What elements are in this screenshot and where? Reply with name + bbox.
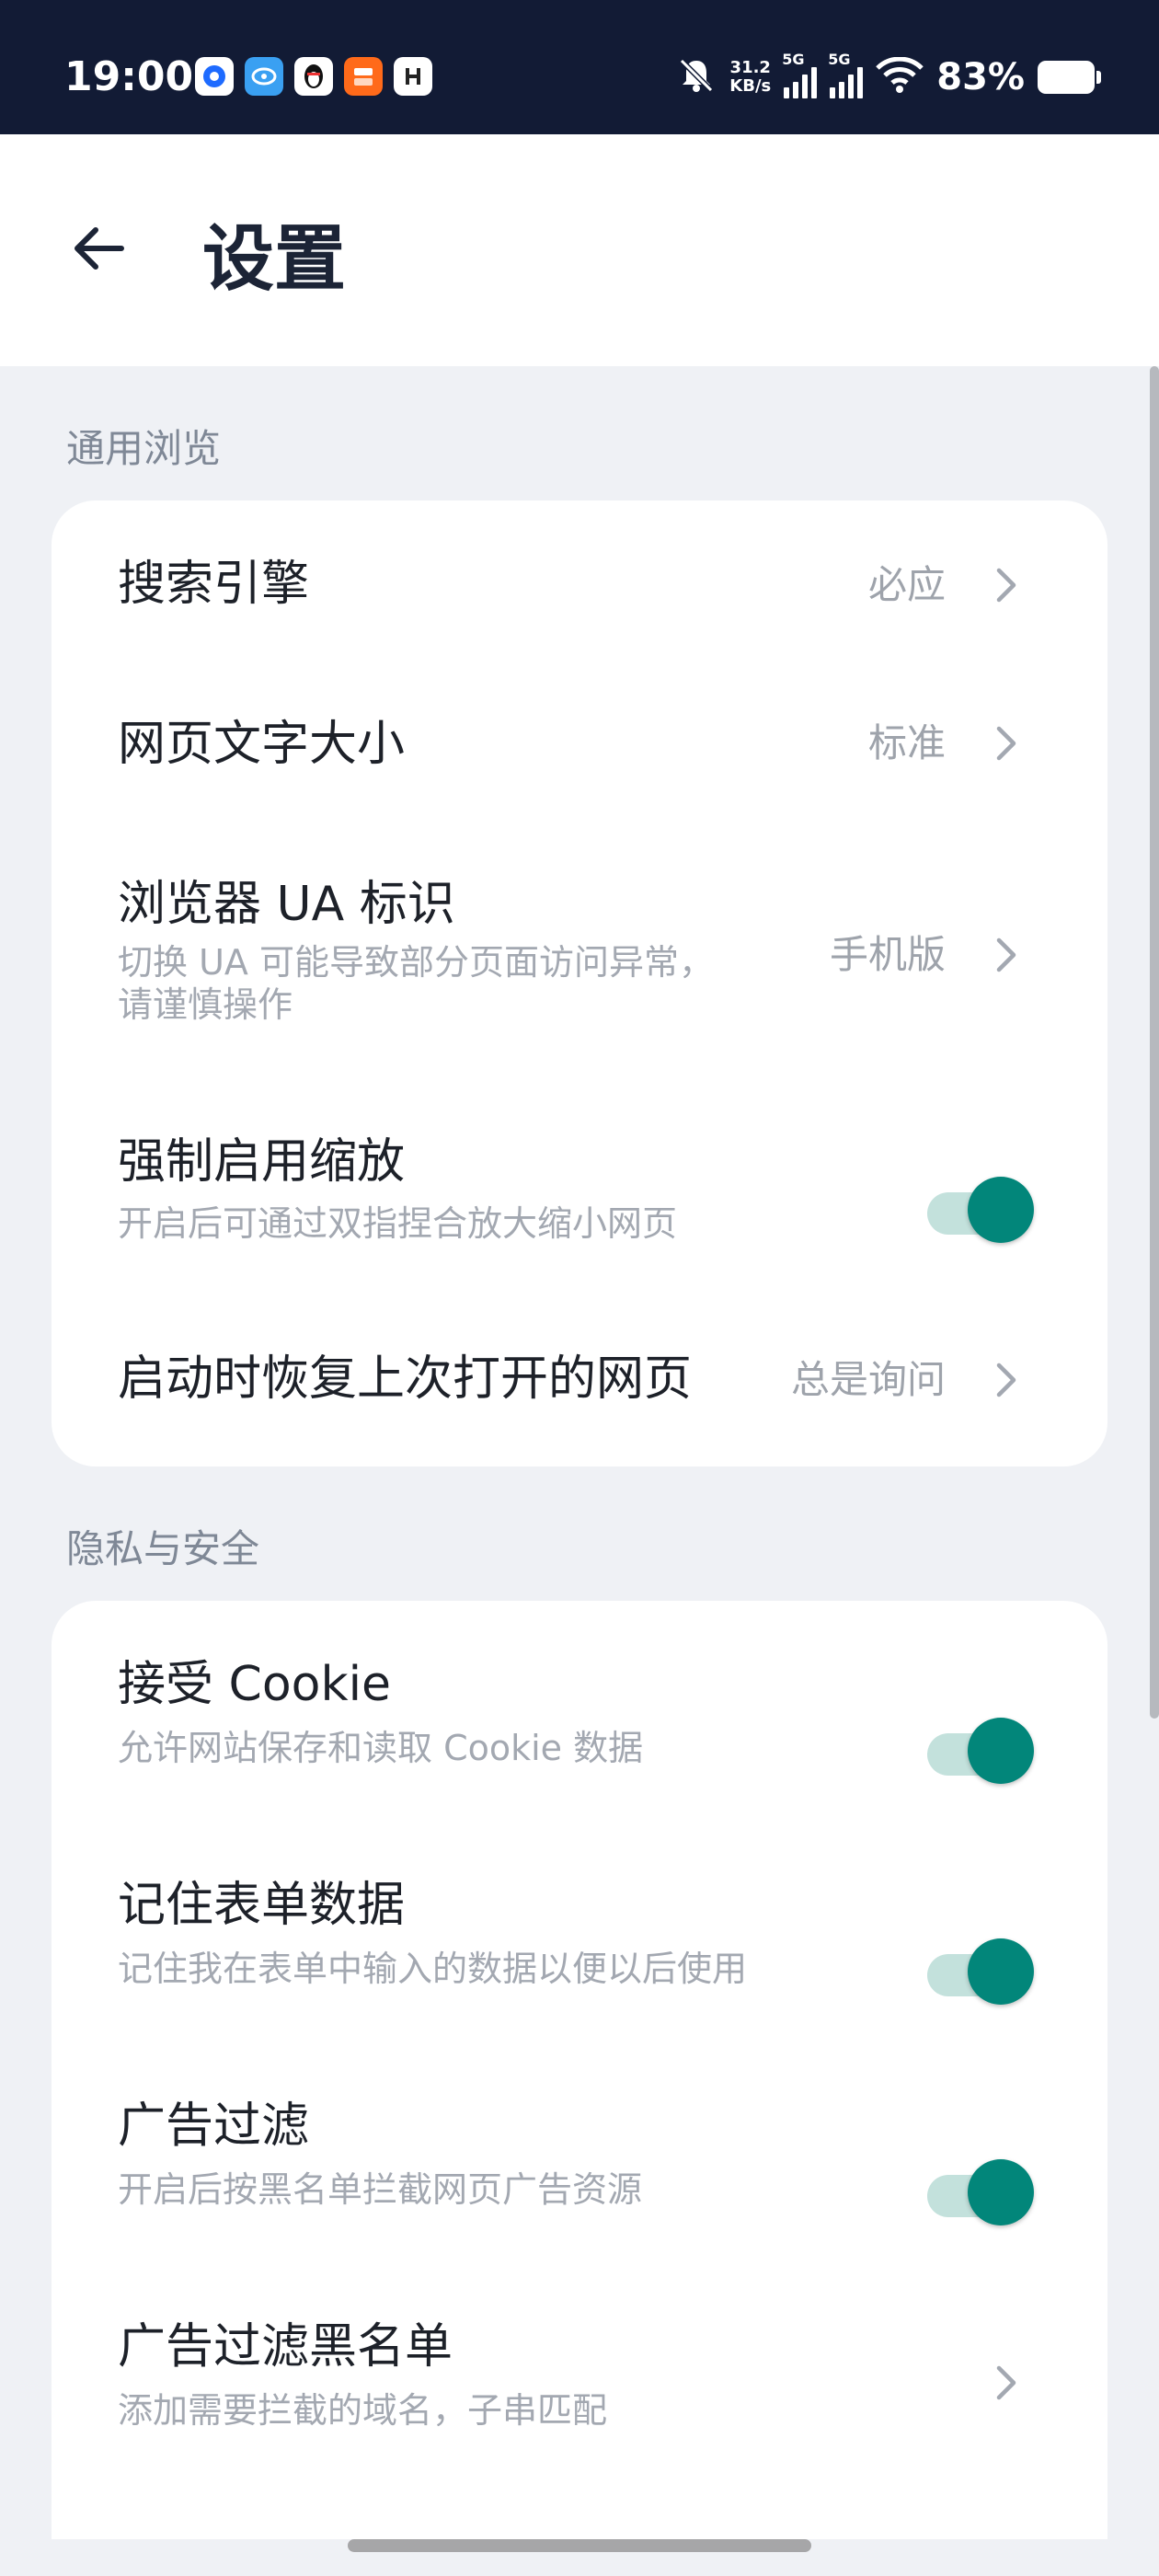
- sim2-label: 5G: [828, 51, 851, 68]
- setting-title: 启动时恢复上次打开的网页: [118, 1351, 693, 1407]
- sim1-label: 5G: [782, 51, 805, 68]
- section-header-general: 通用浏览: [66, 426, 222, 471]
- setting-subtitle: 添加需要拦截的域名，子串匹配: [118, 2390, 608, 2431]
- toggle-knob: [968, 1177, 1034, 1243]
- setting-title: 接受 Cookie: [118, 1657, 392, 1712]
- setting-font-size[interactable]: 网页文字大小 标准: [52, 659, 1107, 817]
- setting-ad-blacklist[interactable]: 广告过滤黑名单 添加需要拦截的域名，子串匹配: [52, 2267, 1107, 2488]
- browser-app-icon: [245, 57, 283, 96]
- bell-muted-icon: [676, 55, 717, 99]
- setting-subtitle-line1: 切换 UA 可能导致部分页面访问异常，: [118, 942, 714, 983]
- clip-app-icon: [394, 57, 432, 96]
- battery-percent: 83%: [936, 56, 1025, 98]
- setting-subtitle: 记住我在表单中输入的数据以便以后使用: [118, 1949, 748, 1989]
- setting-accept-cookie[interactable]: 接受 Cookie 允许网站保存和读取 Cookie 数据: [52, 1601, 1107, 1825]
- setting-user-agent[interactable]: 浏览器 UA 标识 切换 UA 可能导致部分页面访问异常， 请谨慎操作 手机版: [52, 817, 1107, 1064]
- toggle-knob: [968, 2159, 1034, 2225]
- setting-search-engine[interactable]: 搜索引擎 必应: [52, 500, 1107, 659]
- network-speed-unit: KB/s: [729, 76, 772, 96]
- setting-restore-pages[interactable]: 启动时恢复上次打开的网页 总是询问: [52, 1303, 1107, 1466]
- chevron-right-icon: [988, 558, 1025, 613]
- status-indicators: 31.2 KB/s 5G 5G 83%: [676, 51, 1101, 103]
- page-title: 设置: [202, 218, 347, 301]
- status-time: 19:00: [64, 53, 194, 100]
- setting-subtitle: 开启后按黑名单拦截网页广告资源: [118, 2169, 643, 2210]
- setting-value: 总是询问: [790, 1357, 946, 1402]
- setting-subtitle-line2: 请谨慎操作: [118, 984, 293, 1025]
- setting-value: 标准: [867, 720, 946, 765]
- setting-value: 手机版: [829, 932, 946, 977]
- force-zoom-toggle[interactable]: [927, 1172, 1034, 1246]
- setting-title: 网页文字大小: [118, 717, 406, 772]
- app-notification-icon: [195, 57, 234, 96]
- setting-ad-filter[interactable]: 广告过滤 开启后按黑名单拦截网页广告资源: [52, 2046, 1107, 2267]
- status-bar: 19:00 31.2 KB/s 5G 5G 83%: [0, 0, 1159, 134]
- toggle-knob: [968, 1938, 1034, 2005]
- setting-title: 广告过滤: [118, 2099, 310, 2154]
- app-bar: 设置: [0, 134, 1159, 366]
- network-speed-value: 31.2: [729, 58, 771, 77]
- taobao-flash-icon: [344, 57, 383, 96]
- qq-penguin-icon: [294, 57, 333, 96]
- chevron-right-icon: [988, 927, 1025, 983]
- remember-forms-toggle[interactable]: [927, 1934, 1034, 2007]
- toggle-knob: [968, 1718, 1034, 1784]
- notification-icons: [195, 57, 432, 96]
- ad-filter-toggle[interactable]: [927, 2155, 1034, 2228]
- signal-sim1-icon: 5G: [782, 51, 818, 98]
- setting-remember-forms[interactable]: 记住表单数据 记住我在表单中输入的数据以便以后使用: [52, 1825, 1107, 2046]
- settings-card-general: 搜索引擎 必应 网页文字大小 标准 浏览器 UA 标识 切换 UA 可能导致部分…: [52, 500, 1107, 1466]
- setting-title: 浏览器 UA 标识: [118, 877, 455, 932]
- chevron-right-icon: [988, 2355, 1025, 2410]
- setting-title: 广告过滤黑名单: [118, 2319, 453, 2375]
- battery-icon: [1038, 61, 1101, 94]
- chevron-right-icon: [988, 1352, 1025, 1408]
- settings-card-privacy: 接受 Cookie 允许网站保存和读取 Cookie 数据 记住表单数据 记住我…: [52, 1601, 1107, 2539]
- setting-title: 搜索引擎: [118, 557, 310, 612]
- setting-subtitle: 允许网站保存和读取 Cookie 数据: [118, 1728, 644, 1768]
- section-header-privacy: 隐私与安全: [66, 1526, 260, 1571]
- home-indicator[interactable]: [348, 2539, 811, 2552]
- scrollbar[interactable]: [1150, 366, 1159, 1719]
- accept-cookie-toggle[interactable]: [927, 1713, 1034, 1787]
- wifi-icon: [876, 56, 924, 98]
- network-speed: 31.2 KB/s: [729, 59, 771, 96]
- setting-force-zoom[interactable]: 强制启用缩放 开启后可通过双指捏合放大缩小网页: [52, 1064, 1107, 1303]
- setting-title: 强制启用缩放: [118, 1134, 406, 1190]
- setting-subtitle: 开启后可通过双指捏合放大缩小网页: [118, 1203, 678, 1244]
- back-button[interactable]: [55, 208, 140, 293]
- setting-title: 记住表单数据: [118, 1878, 406, 1933]
- setting-value: 必应: [867, 562, 946, 607]
- arrow-left-icon: [68, 219, 127, 282]
- chevron-right-icon: [988, 716, 1025, 771]
- signal-sim2-icon: 5G: [828, 51, 864, 98]
